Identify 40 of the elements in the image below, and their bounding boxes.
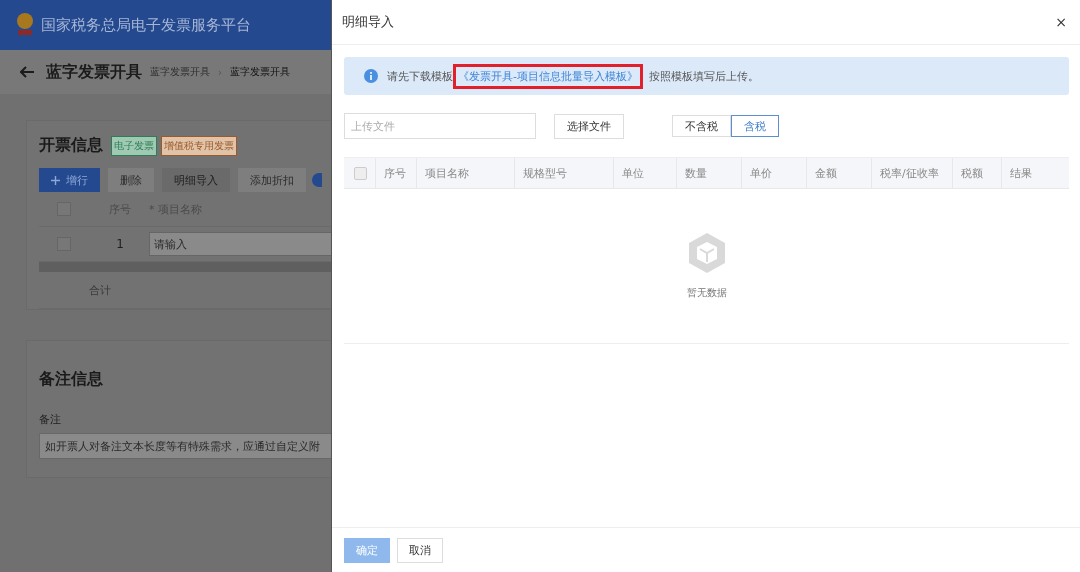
- template-link[interactable]: 《发票开具-项目信息批量导入模板》: [453, 63, 643, 89]
- notice-text: 按照模板填写后上传。: [649, 68, 759, 84]
- column-header: 税率/征收率: [880, 165, 939, 181]
- plus-icon: [51, 175, 60, 185]
- empty-text: 暂无数据: [686, 286, 727, 300]
- app-title: 国家税务总局电子发票服务平台: [41, 15, 251, 35]
- dialog-title: 明细导入: [342, 13, 394, 31]
- input-field[interactable]: 请输入: [149, 232, 331, 256]
- close-button[interactable]: ×: [1055, 14, 1067, 30]
- scrollbar[interactable]: [39, 262, 331, 272]
- toolbar-button[interactable]: 明细导入: [162, 168, 230, 192]
- tax-mode-toggle[interactable]: 含税: [731, 115, 779, 137]
- breadcrumb-separator: ›: [218, 66, 222, 78]
- section-title: 开票信息: [39, 135, 103, 156]
- choose-file-button[interactable]: 选择文件: [554, 113, 624, 139]
- column-header: 结果: [1010, 165, 1032, 181]
- column-header: 项目名称: [425, 165, 469, 181]
- upload-field[interactable]: 上传文件: [344, 113, 536, 139]
- notice-text: 请先下载模板: [387, 68, 453, 84]
- emblem-icon: [15, 12, 35, 38]
- column-header: 规格型号: [523, 165, 567, 181]
- remarks-field[interactable]: 如开票人对备注文本长度等有特殊需求，应通过自定义附: [39, 433, 331, 459]
- toolbar-button[interactable]: 增行: [39, 168, 100, 192]
- column-header: 数量: [685, 165, 707, 181]
- breadcrumb-item[interactable]: 蓝字发票开具: [230, 65, 290, 79]
- tax-mode-toggle[interactable]: 不含税: [672, 115, 731, 137]
- field-label: 备注: [39, 412, 62, 427]
- column-header: 单价: [750, 165, 772, 181]
- page-title: 蓝字发票开具: [46, 61, 142, 83]
- invoice-type-tag: 电子发票: [111, 135, 157, 156]
- section-title: 备注信息: [39, 369, 104, 390]
- column-header: 单位: [622, 165, 644, 181]
- table-cell-text: 1: [115, 237, 125, 251]
- back-arrow-icon[interactable]: [20, 66, 34, 78]
- invoice-type-tag: 增值税专用发票: [161, 135, 237, 156]
- column-header: 序号: [384, 165, 406, 181]
- empty-box-icon: [687, 232, 726, 274]
- column-header: 税额: [961, 165, 983, 181]
- column-header: 金额: [815, 165, 837, 181]
- dialog-button[interactable]: 取消: [397, 537, 443, 563]
